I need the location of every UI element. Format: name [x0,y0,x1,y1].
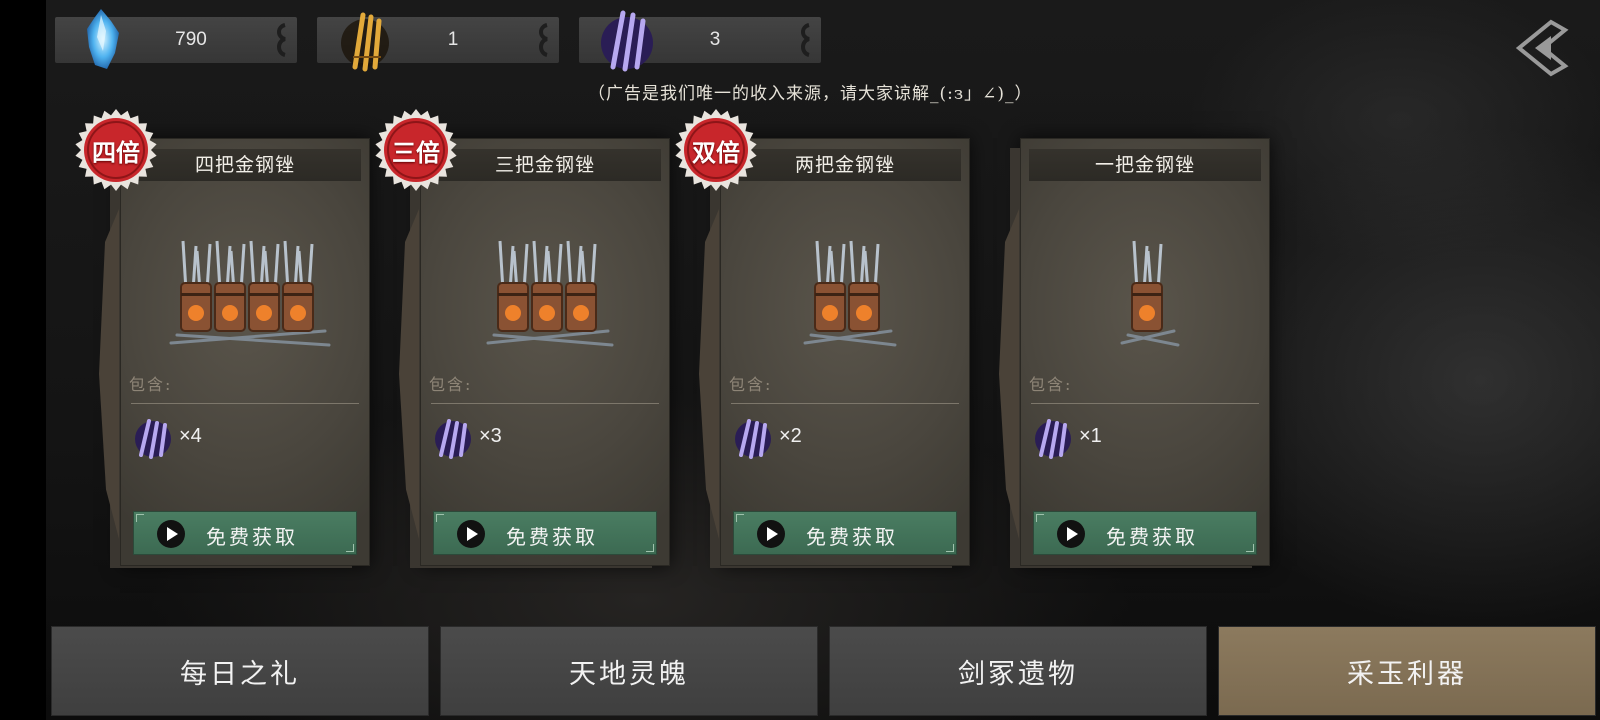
ad-notice-text: （广告是我们唯一的收入来源，请大家谅解_(:з」∠)_） [588,84,1033,104]
badge-text: 三倍 [392,138,440,167]
hook-ornament-icon [539,23,548,57]
item-quantity: ×1 [1079,425,1102,447]
blue-crystal-icon [87,9,119,69]
button-corner [736,514,744,522]
contains-divider [431,403,659,404]
multiplier-badge: 双倍 [673,107,759,193]
card-title: 一把金钢锉 [1094,154,1195,176]
tab-sword-tomb-relics[interactable]: 剑冢遗物 [829,626,1207,716]
play-video-icon [457,520,485,548]
button-corner [946,544,954,552]
hook-ornament-icon [277,23,286,57]
free-claim-button[interactable]: 免费获取 [133,511,357,555]
purple-steel-file-icon [435,419,471,459]
purple-steel-file-icon [135,419,171,459]
free-claim-label: 免费获取 [1106,525,1198,549]
currency-crystal: 790 [55,9,297,69]
contains-label: 包含: [729,375,773,394]
contains-divider [731,403,959,404]
currency-gold-chisel: 1 [317,12,559,72]
free-claim-button[interactable]: 免费获取 [1033,511,1257,555]
tab-label: 天地灵魄 [569,659,689,690]
offer-card-two: 两把金钢锉 包含: ×2 免费获取 双倍 [675,109,970,566]
tab-heaven-earth-spirit[interactable]: 天地灵魄 [440,626,818,716]
contains-divider [131,403,359,404]
currency-steel-file: 3 [579,10,821,72]
purple-steel-file-icon [735,419,771,459]
free-claim-button[interactable]: 免费获取 [733,511,957,555]
back-arrow-icon[interactable] [1513,16,1571,80]
hook-ornament-icon [801,23,810,57]
button-corner [436,514,444,522]
free-claim-label: 免费获取 [806,525,898,549]
button-corner [136,514,144,522]
offer-card-three: 三把金钢锉 包含: ×3 免费获取 三倍 [375,109,670,566]
tab-label: 剑冢遗物 [958,659,1078,690]
contains-label: 包含: [129,375,173,394]
purple-steel-file-icon [601,10,653,72]
purple-steel-file-icon [1035,419,1071,459]
steel-file-buckets-image [803,240,897,347]
tab-jade-tools[interactable]: 采玉利器 [1218,626,1596,716]
button-corner [1036,514,1044,522]
item-quantity: ×2 [779,425,802,447]
multiplier-badge: 四倍 [73,107,159,193]
button-corner [646,544,654,552]
button-corner [1246,544,1254,552]
play-video-icon [757,520,785,548]
offer-card-one: 一把金钢锉 包含: ×1 免费获取 [1020,138,1270,566]
item-quantity: ×4 [179,425,202,447]
tab-daily-gift[interactable]: 每日之礼 [51,626,429,716]
play-video-icon [157,520,185,548]
item-quantity: ×3 [479,425,502,447]
tab-label: 采玉利器 [1347,659,1467,690]
free-claim-button[interactable]: 免费获取 [433,511,657,555]
free-claim-label: 免费获取 [206,525,298,549]
shop-screen: 790 1 3 （广告是我们唯一的收入来源，请大家谅解_(:з」∠)_） 四把金… [0,0,1600,720]
crystal-count: 790 [175,29,207,50]
badge-text: 四倍 [92,138,140,167]
gold-chisel-count: 1 [447,29,459,50]
gold-chisel-icon [341,12,389,72]
steel-file-buckets-image [1120,240,1180,347]
left-black-border [0,0,46,720]
offer-card-four: 四把金钢锉 包含: ×4 免费获取 四倍 [75,109,370,566]
contains-divider [1031,403,1259,404]
contains-label: 包含: [429,375,473,394]
steel-file-buckets-image [486,240,614,347]
tab-label: 每日之礼 [180,659,300,690]
contains-label: 包含: [1029,375,1073,394]
multiplier-badge: 三倍 [373,107,459,193]
button-corner [346,544,354,552]
free-claim-label: 免费获取 [506,525,598,549]
play-video-icon [1057,520,1085,548]
steel-file-buckets-image [169,240,331,347]
steel-file-count: 3 [709,29,721,50]
badge-text: 双倍 [692,138,740,167]
